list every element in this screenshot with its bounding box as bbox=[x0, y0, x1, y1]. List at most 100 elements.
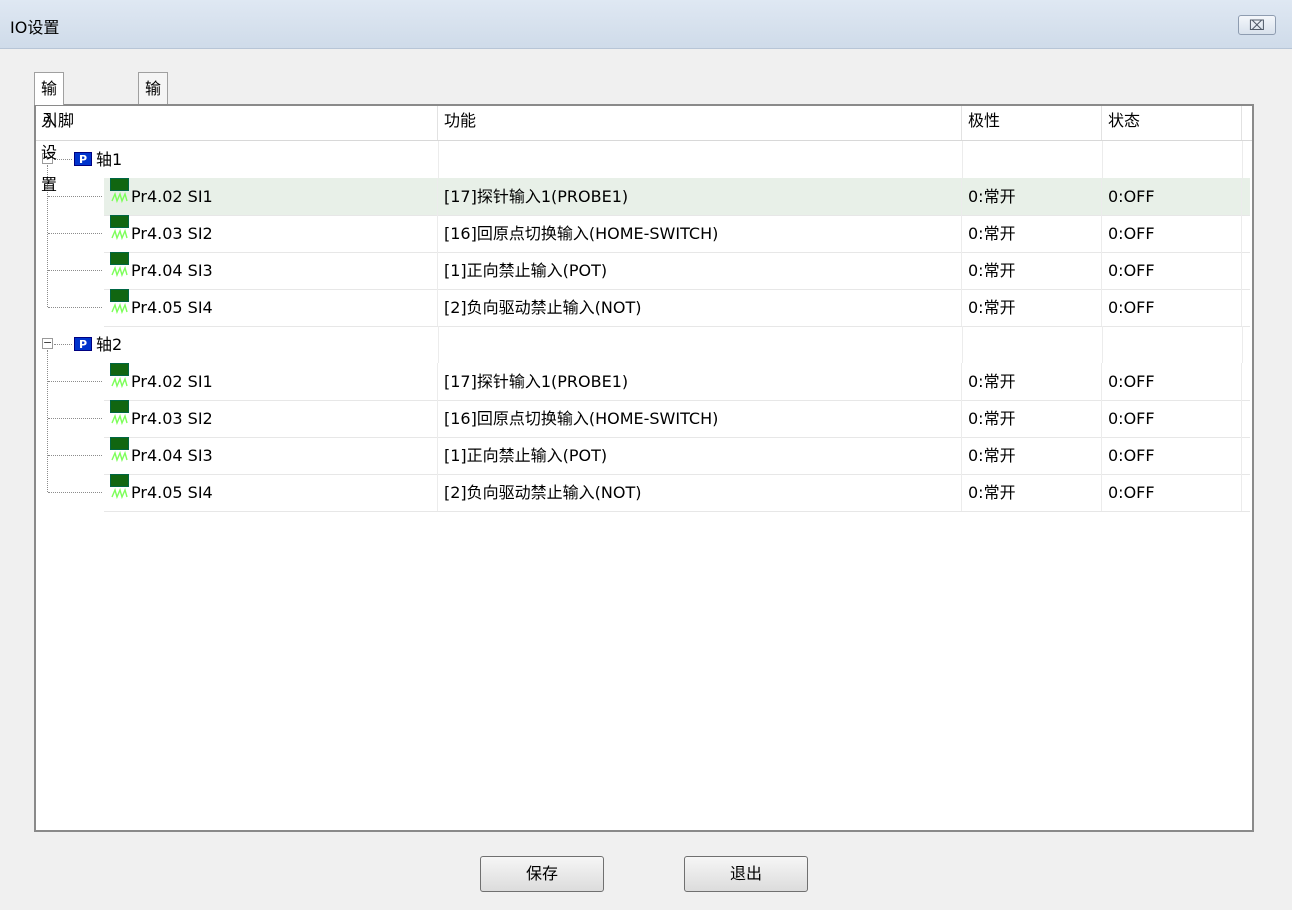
grid-line bbox=[962, 326, 963, 363]
grid-line bbox=[438, 141, 439, 178]
pin-label: Pr4.03 SI2 bbox=[131, 409, 213, 428]
polarity-cell[interactable]: 0:常开 bbox=[962, 363, 1102, 400]
function-cell[interactable]: [2]负向驱动禁止输入(NOT) bbox=[438, 474, 962, 511]
tree-connector bbox=[48, 233, 102, 234]
tree-connector bbox=[54, 344, 72, 345]
column-header-polarity[interactable]: 极性 bbox=[962, 106, 1102, 140]
status-cell: 0:OFF bbox=[1102, 178, 1242, 215]
function-cell[interactable]: [17]探针输入1(PROBE1) bbox=[438, 178, 962, 215]
function-cell[interactable]: [2]负向驱动禁止输入(NOT) bbox=[438, 289, 962, 326]
close-button[interactable]: ⌧ bbox=[1238, 15, 1276, 35]
signal-wave-icon bbox=[110, 363, 129, 389]
table-row[interactable]: Pr4.04 SI3 [1]正向禁止输入(POT) 0:常开 0:OFF bbox=[36, 437, 1252, 475]
row-cells: Pr4.05 SI4 [2]负向驱动禁止输入(NOT) 0:常开 0:OFF bbox=[104, 474, 1250, 512]
pin-cell: Pr4.04 SI3 bbox=[104, 252, 438, 289]
table-row[interactable]: Pr4.03 SI2 [16]回原点切换输入(HOME-SWITCH) 0:常开 0:… bbox=[36, 215, 1252, 253]
grid-line bbox=[1242, 141, 1243, 178]
tab-input-settings[interactable]: 输入设置 bbox=[34, 72, 65, 194]
row-cells: Pr4.04 SI3 [1]正向禁止输入(POT) 0:常开 0:OFF bbox=[104, 437, 1250, 475]
axis-icon: P bbox=[74, 152, 92, 166]
tab-output-settings[interactable]: 输出设置 bbox=[138, 72, 169, 194]
polarity-cell[interactable]: 0:常开 bbox=[962, 252, 1102, 289]
io-tree-table: 引脚 功能 极性 状态 − P 轴1 Pr4.02 SI1 [17]探针输入1(PROB… bbox=[34, 104, 1254, 832]
pin-label: Pr4.05 SI4 bbox=[131, 483, 213, 502]
grid-line bbox=[1102, 326, 1103, 363]
polarity-cell[interactable]: 0:常开 bbox=[962, 437, 1102, 474]
tree-connector bbox=[48, 381, 102, 382]
tree-group-row[interactable]: − P 轴2 bbox=[36, 326, 1252, 363]
signal-wave-icon bbox=[110, 252, 129, 278]
function-cell[interactable]: [1]正向禁止输入(POT) bbox=[438, 252, 962, 289]
status-cell: 0:OFF bbox=[1102, 400, 1242, 437]
signal-wave-icon bbox=[110, 400, 129, 426]
pin-cell: Pr4.03 SI2 bbox=[104, 400, 438, 437]
function-cell[interactable]: [16]回原点切换输入(HOME-SWITCH) bbox=[438, 400, 962, 437]
pin-cell: Pr4.02 SI1 bbox=[104, 363, 438, 400]
pin-cell: Pr4.05 SI4 bbox=[104, 474, 438, 511]
grid-line bbox=[1242, 326, 1243, 363]
signal-wave-icon bbox=[110, 215, 129, 241]
table-row[interactable]: Pr4.04 SI3 [1]正向禁止输入(POT) 0:常开 0:OFF bbox=[36, 252, 1252, 290]
status-cell: 0:OFF bbox=[1102, 215, 1242, 252]
save-button[interactable]: 保存 bbox=[480, 856, 604, 892]
polarity-cell[interactable]: 0:常开 bbox=[962, 215, 1102, 252]
table-row[interactable]: Pr4.02 SI1 [17]探针输入1(PROBE1) 0:常开 0:OFF bbox=[36, 178, 1252, 216]
pin-label: Pr4.04 SI3 bbox=[131, 446, 213, 465]
title-bar: IO设置 ⌧ bbox=[0, 0, 1292, 49]
table-row[interactable]: Pr4.05 SI4 [2]负向驱动禁止输入(NOT) 0:常开 0:OFF bbox=[36, 474, 1252, 512]
polarity-cell[interactable]: 0:常开 bbox=[962, 474, 1102, 511]
polarity-cell[interactable]: 0:常开 bbox=[962, 289, 1102, 326]
exit-button[interactable]: 退出 bbox=[684, 856, 808, 892]
pin-label: Pr4.05 SI4 bbox=[131, 298, 213, 317]
tree-connector bbox=[48, 492, 102, 493]
function-cell[interactable]: [16]回原点切换输入(HOME-SWITCH) bbox=[438, 215, 962, 252]
tree-group-row[interactable]: −P轴1 bbox=[36, 141, 1252, 178]
function-cell[interactable]: [1]正向禁止输入(POT) bbox=[438, 437, 962, 474]
signal-wave-icon bbox=[110, 289, 129, 315]
column-header-function[interactable]: 功能 bbox=[438, 106, 962, 140]
pin-label: Pr4.03 SI2 bbox=[131, 224, 213, 243]
table-row[interactable]: Pr4.03 SI2 [16]回原点切换输入(HOME-SWITCH) 0:常开 0:… bbox=[36, 400, 1252, 438]
collapse-icon[interactable]: − bbox=[42, 337, 53, 349]
pin-cell: Pr4.04 SI3 bbox=[104, 437, 438, 474]
status-cell: 0:OFF bbox=[1102, 474, 1242, 511]
window-title: IO设置 bbox=[10, 18, 60, 37]
status-cell: 0:OFF bbox=[1102, 252, 1242, 289]
signal-wave-icon bbox=[110, 437, 129, 463]
pin-cell: Pr4.02 SI1 bbox=[104, 178, 438, 215]
column-header-pin[interactable]: 引脚 bbox=[36, 106, 438, 140]
column-header-status[interactable]: 状态 bbox=[1102, 106, 1242, 140]
tree-connector bbox=[48, 270, 102, 271]
signal-wave-icon bbox=[110, 474, 129, 500]
table-row[interactable]: Pr4.05 SI4 [2]负向驱动禁止输入(NOT) 0:常开 0:OFF bbox=[36, 289, 1252, 327]
pin-cell: Pr4.03 SI2 bbox=[104, 215, 438, 252]
row-cells: Pr4.02 SI1 [17]探针输入1(PROBE1) 0:常开 0:OFF bbox=[104, 178, 1250, 216]
status-cell: 0:OFF bbox=[1102, 363, 1242, 400]
tree-connector bbox=[48, 418, 102, 419]
pin-label: Pr4.02 SI1 bbox=[131, 187, 213, 206]
row-cells: Pr4.03 SI2 [16]回原点切换输入(HOME-SWITCH) 0:常开 0:… bbox=[104, 400, 1250, 438]
polarity-cell[interactable]: 0:常开 bbox=[962, 400, 1102, 437]
grid-line bbox=[1102, 141, 1103, 178]
row-cells: Pr4.03 SI2 [16]回原点切换输入(HOME-SWITCH) 0:常开 0:… bbox=[104, 215, 1250, 253]
pin-label: Pr4.02 SI1 bbox=[131, 372, 213, 391]
axis-name: 轴1 bbox=[96, 150, 123, 169]
axis-name: 轴2 bbox=[96, 335, 123, 354]
close-icon: ⌧ bbox=[1248, 18, 1266, 34]
row-cells: Pr4.02 SI1 [17]探针输入1(PROBE1) 0:常开 0:OFF bbox=[104, 363, 1250, 401]
axis-icon: P bbox=[74, 337, 92, 351]
status-cell: 0:OFF bbox=[1102, 289, 1242, 326]
tree-connector bbox=[48, 455, 102, 456]
pin-cell: Pr4.05 SI4 bbox=[104, 289, 438, 326]
signal-wave-icon bbox=[110, 178, 129, 204]
io-settings-window: IO设置 ⌧ 输入设置 输出设置 引脚 功能 极性 状态 − P 轴1 Pr4.02 … bbox=[0, 0, 1292, 910]
table-row[interactable]: Pr4.02 SI1 [17]探针输入1(PROBE1) 0:常开 0:OFF bbox=[36, 363, 1252, 401]
tree-connector bbox=[48, 307, 102, 308]
row-cells: Pr4.04 SI3 [1]正向禁止输入(POT) 0:常开 0:OFF bbox=[104, 252, 1250, 290]
function-cell[interactable]: [17]探针输入1(PROBE1) bbox=[438, 363, 962, 400]
row-cells: Pr4.05 SI4 [2]负向驱动禁止输入(NOT) 0:常开 0:OFF bbox=[104, 289, 1250, 327]
polarity-cell[interactable]: 0:常开 bbox=[962, 178, 1102, 215]
status-cell: 0:OFF bbox=[1102, 437, 1242, 474]
grid-line bbox=[962, 141, 963, 178]
table-header: 引脚 功能 极性 状态 bbox=[36, 106, 1252, 141]
